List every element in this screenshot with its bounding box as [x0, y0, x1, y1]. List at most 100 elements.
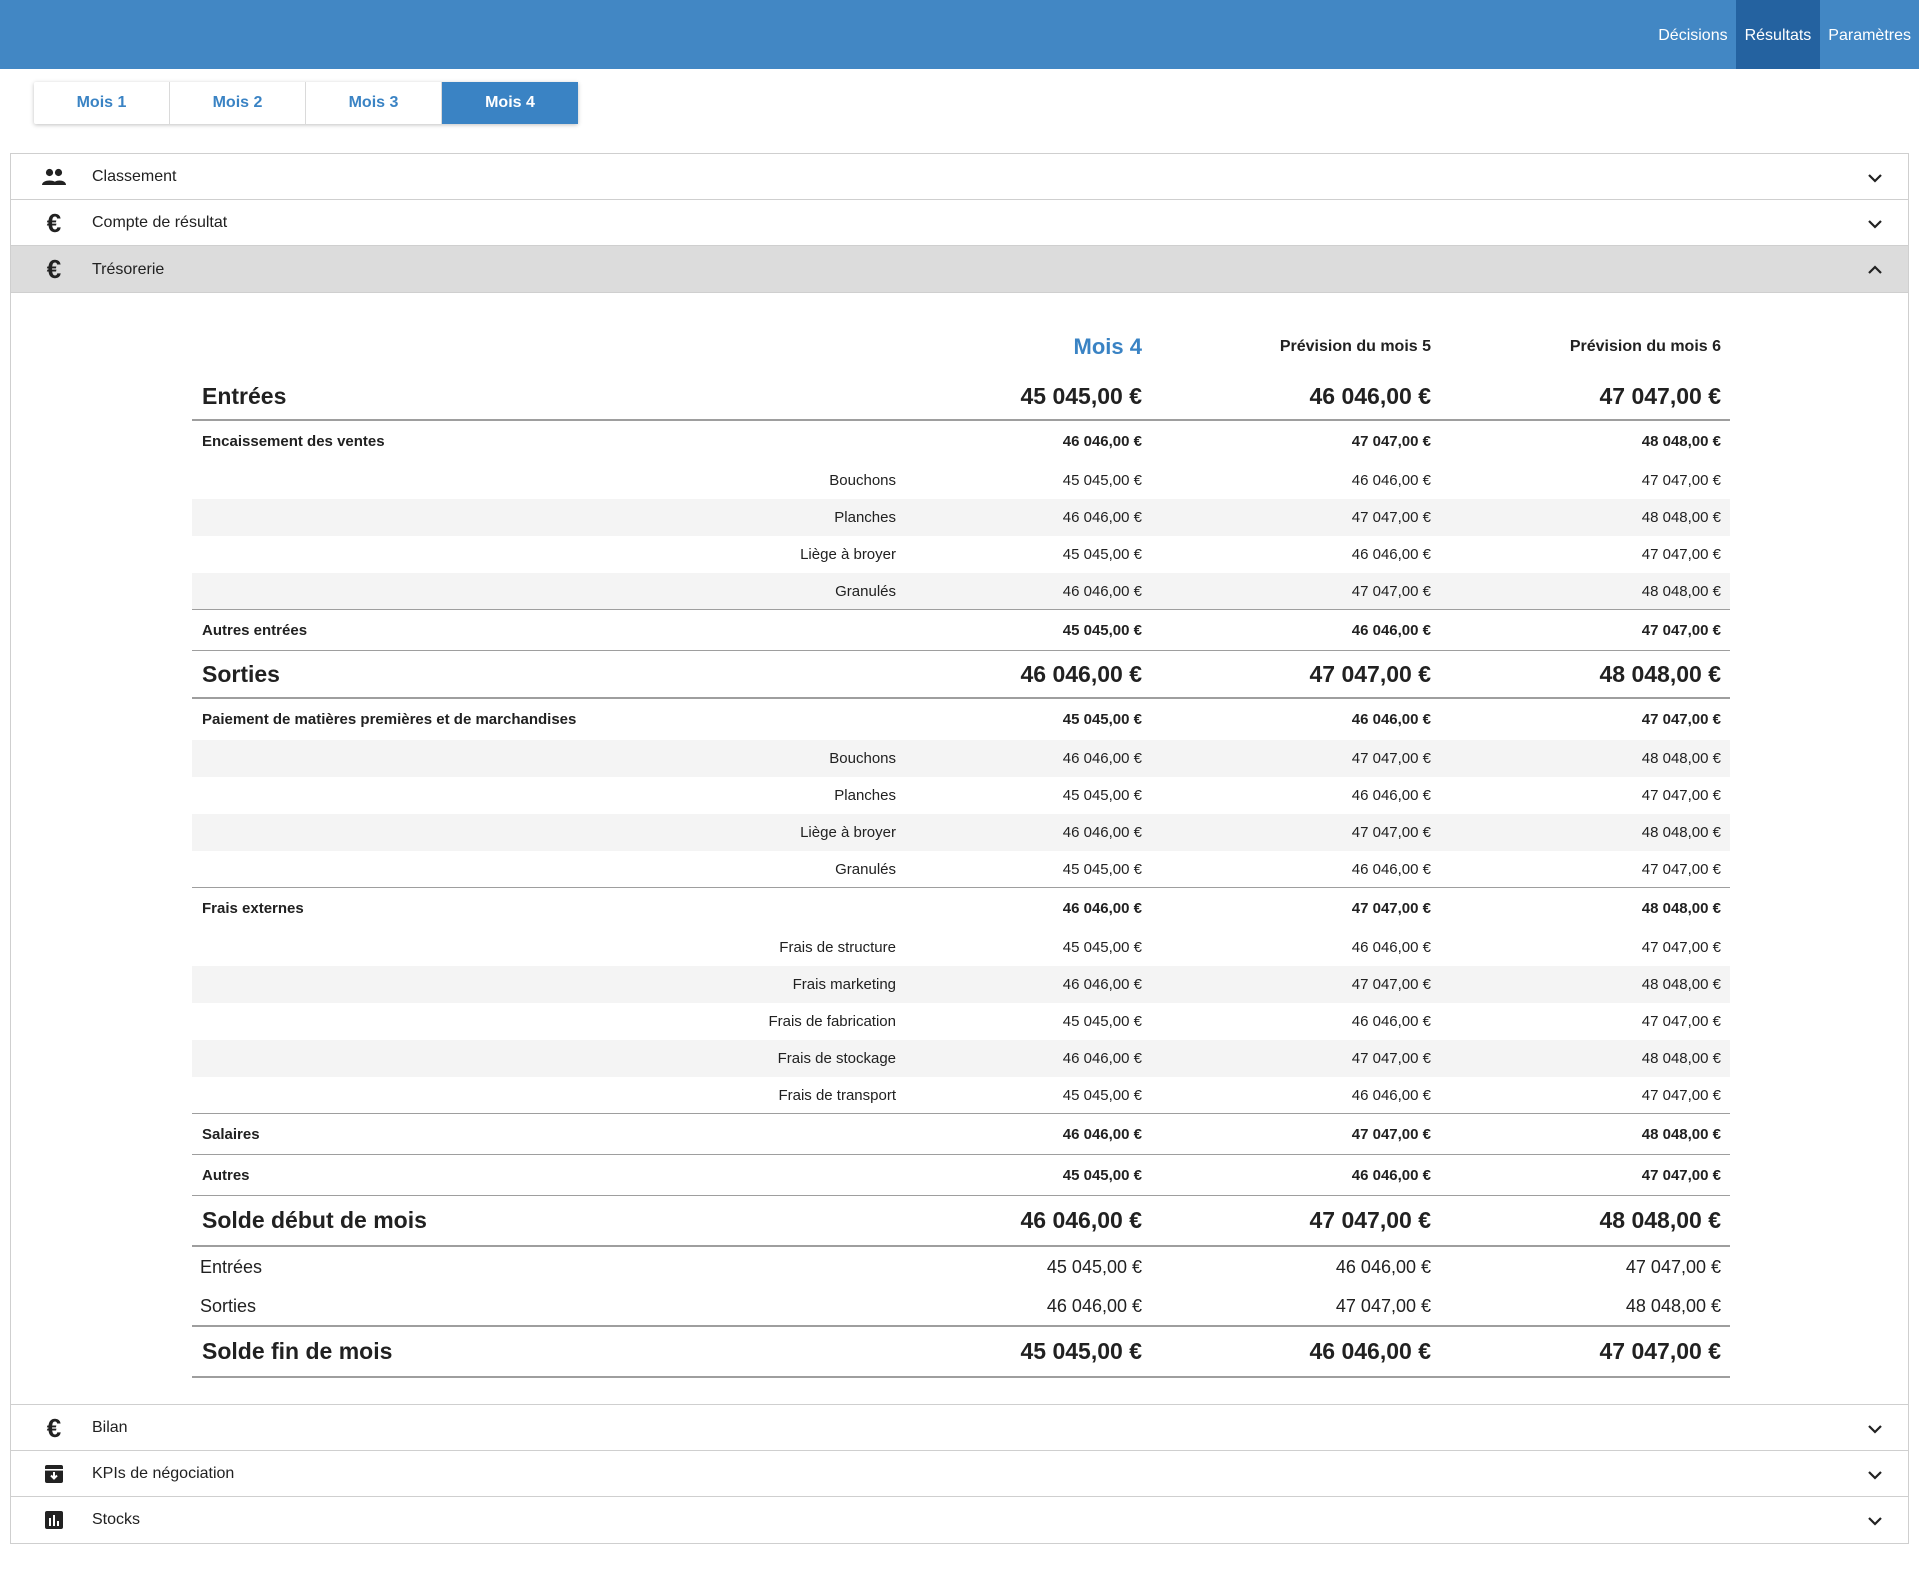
section-title: Bilan — [92, 1419, 128, 1436]
summary-row: Entrées 45 045,00 € 46 046,00 € 47 047,0… — [192, 1247, 1730, 1287]
row-label: Paiement de matières premières et de mar… — [202, 711, 577, 728]
row-label: Solde fin de mois — [202, 1338, 393, 1364]
detail-row: Frais de transport 45 045,00 € 46 046,00… — [192, 1077, 1730, 1114]
value-mois-5: 46 046,00 € — [1351, 787, 1431, 804]
section-title: Trésorerie — [92, 261, 165, 278]
row-label: Granulés — [835, 582, 896, 600]
row-label: Frais de fabrication — [768, 1013, 896, 1030]
detail-row: Planches 45 045,00 € 46 046,00 € 47 047,… — [192, 777, 1730, 814]
row-label: Frais de transport — [778, 1086, 896, 1104]
value-mois-6: 48 048,00 € — [1641, 582, 1721, 600]
value-mois-6: 47 047,00 € — [1641, 711, 1721, 728]
section-title: Stocks — [92, 1511, 141, 1528]
value-mois-5: 46 046,00 € — [1351, 860, 1431, 878]
section-title: Classement — [92, 168, 177, 185]
nav-resultats[interactable]: Résultats — [1735, 0, 1821, 69]
euro-icon: € — [46, 253, 62, 284]
nav-decisions[interactable]: Décisions — [1650, 0, 1735, 69]
main-nav: Décisions Résultats Paramètres — [1650, 0, 1919, 69]
detail-row: Frais de fabrication 45 045,00 € 46 046,… — [192, 1003, 1730, 1040]
value-mois-5: 47 047,00 € — [1309, 1207, 1431, 1233]
value-mois-6: 48 048,00 € — [1625, 1295, 1721, 1316]
tab-mois-2[interactable]: Mois 2 — [170, 82, 306, 124]
tab-mois-3[interactable]: Mois 3 — [306, 82, 442, 124]
value-mois-5: 46 046,00 € — [1351, 939, 1431, 956]
tresorerie-table: Mois 4 Prévision du mois 5 Prévision du … — [192, 321, 1730, 1378]
value-mois-4: 45 045,00 € — [1046, 1256, 1142, 1277]
column-header-current: Mois 4 — [1073, 334, 1142, 359]
row-label: Autres — [202, 1166, 250, 1184]
summary-row: Sorties 46 046,00 € 47 047,00 € 48 048,0… — [192, 1287, 1730, 1327]
value-mois-6: 47 047,00 € — [1641, 1166, 1721, 1184]
row-label: Solde début de mois — [202, 1207, 427, 1233]
value-mois-4: 46 046,00 € — [1062, 1125, 1142, 1143]
section-stocks-header[interactable]: Stocks — [11, 1497, 1908, 1543]
column-header-forecast-5: Prévision du mois 5 — [1279, 338, 1431, 355]
value-mois-4: 45 045,00 € — [1062, 621, 1142, 639]
bar-chart-icon — [41, 1508, 67, 1532]
people-icon — [41, 165, 67, 189]
row-label: Planches — [834, 509, 896, 526]
value-mois-5: 46 046,00 € — [1351, 546, 1431, 563]
value-mois-4: 45 045,00 € — [1062, 472, 1142, 489]
section-title: Compte de résultat — [92, 214, 228, 231]
row-label: Frais de stockage — [777, 1050, 896, 1067]
row-label: Granulés — [835, 860, 896, 878]
entrees-total-row: Entrées 45 045,00 € 46 046,00 € 47 047,0… — [192, 373, 1730, 421]
value-mois-4: 45 045,00 € — [1062, 787, 1142, 804]
row-label: Liège à broyer — [800, 546, 896, 563]
value-mois-6: 47 047,00 € — [1625, 1256, 1721, 1277]
section-kpis-header[interactable]: KPIs de négociation — [11, 1451, 1908, 1497]
section-compte-resultat-header[interactable]: € Compte de résultat — [11, 200, 1908, 246]
value-mois-5: 47 047,00 € — [1309, 660, 1431, 687]
row-label: Sorties — [202, 660, 280, 687]
value-mois-5: 46 046,00 € — [1351, 621, 1431, 639]
value-mois-4: 46 046,00 € — [1046, 1295, 1142, 1316]
value-mois-5: 46 046,00 € — [1351, 1013, 1431, 1030]
row-label: Liège à broyer — [800, 824, 896, 841]
section-classement-header[interactable]: Classement — [11, 154, 1908, 200]
tresorerie-panel: Mois 4 Prévision du mois 5 Prévision du … — [11, 293, 1908, 1405]
results-accordion: Classement € Compte de résultat € Trésor… — [10, 153, 1909, 1544]
archive-icon — [41, 1462, 67, 1486]
section-bilan-header[interactable]: € Bilan — [11, 1405, 1908, 1451]
value-mois-6: 47 047,00 € — [1641, 1086, 1721, 1104]
value-mois-4: 45 045,00 € — [1062, 860, 1142, 878]
chevron-down-icon — [1868, 1517, 1882, 1526]
value-mois-6: 48 048,00 € — [1641, 750, 1721, 767]
row-label: Frais marketing — [792, 976, 896, 993]
value-mois-6: 47 047,00 € — [1599, 382, 1721, 409]
detail-row: Bouchons 46 046,00 € 47 047,00 € 48 048,… — [192, 740, 1730, 777]
tab-mois-1[interactable]: Mois 1 — [34, 82, 170, 124]
detail-row: Liège à broyer 45 045,00 € 46 046,00 € 4… — [192, 536, 1730, 573]
chevron-down-icon — [1868, 220, 1882, 229]
value-mois-4: 45 045,00 € — [1062, 546, 1142, 563]
value-mois-6: 48 048,00 € — [1641, 976, 1721, 993]
value-mois-6: 47 047,00 € — [1641, 1013, 1721, 1030]
tab-mois-4[interactable]: Mois 4 — [442, 82, 578, 124]
value-mois-4: 46 046,00 € — [1062, 976, 1142, 993]
value-mois-5: 47 047,00 € — [1335, 1295, 1431, 1316]
detail-row: Frais de stockage 46 046,00 € 47 047,00 … — [192, 1040, 1730, 1077]
value-mois-6: 47 047,00 € — [1641, 939, 1721, 956]
value-mois-6: 47 047,00 € — [1641, 472, 1721, 489]
value-mois-4: 46 046,00 € — [1062, 582, 1142, 600]
value-mois-6: 48 048,00 € — [1599, 1207, 1721, 1233]
nav-parametres[interactable]: Paramètres — [1820, 0, 1919, 69]
solde-debut-row: Solde début de mois 46 046,00 € 47 047,0… — [192, 1196, 1730, 1247]
value-mois-4: 46 046,00 € — [1020, 1207, 1142, 1233]
value-mois-4: 45 045,00 € — [1020, 1338, 1142, 1364]
row-label: Bouchons — [829, 472, 896, 489]
value-mois-4: 45 045,00 € — [1062, 1013, 1142, 1030]
row-label: Entrées — [200, 1256, 263, 1277]
section-tresorerie-header[interactable]: € Trésorerie — [11, 246, 1908, 293]
value-mois-4: 46 046,00 € — [1062, 824, 1142, 841]
row-label: Planches — [834, 787, 896, 804]
value-mois-6: 48 048,00 € — [1641, 1050, 1721, 1067]
row-label: Sorties — [200, 1295, 257, 1316]
detail-row: Frais marketing 46 046,00 € 47 047,00 € … — [192, 966, 1730, 1003]
value-mois-4: 46 046,00 € — [1020, 660, 1142, 687]
value-mois-5: 47 047,00 € — [1351, 824, 1431, 841]
value-mois-4: 46 046,00 € — [1062, 509, 1142, 526]
value-mois-6: 48 048,00 € — [1641, 1125, 1721, 1143]
